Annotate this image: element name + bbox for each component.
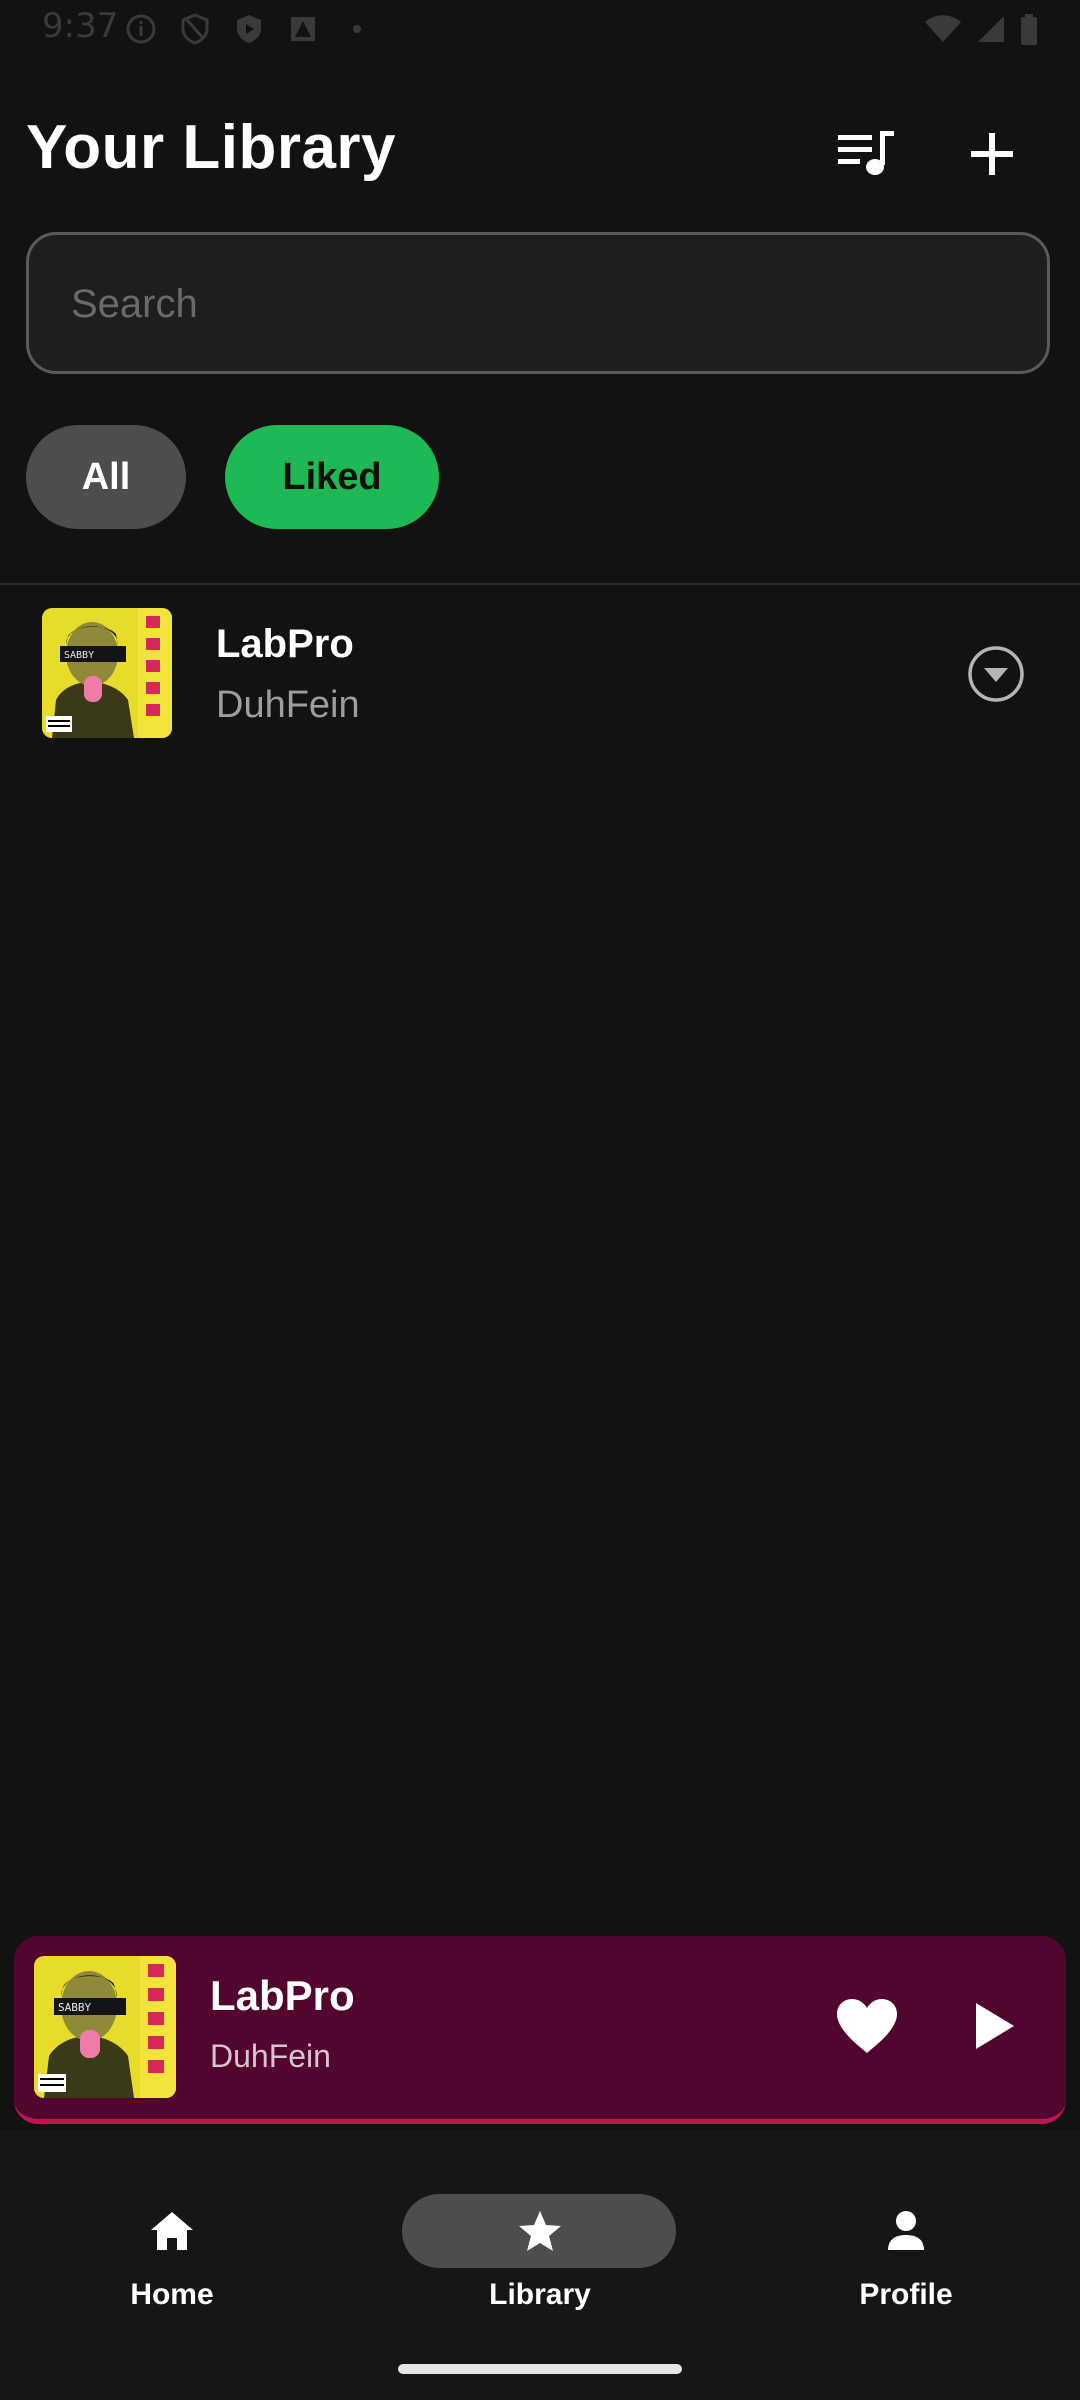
nav-item-profile[interactable]: Profile — [756, 2160, 1056, 2340]
play-icon — [972, 2001, 1016, 2056]
divider — [0, 583, 1080, 585]
search-box[interactable] — [26, 232, 1050, 374]
like-button[interactable] — [822, 1988, 912, 2068]
add-button[interactable] — [952, 116, 1032, 196]
nav-label-profile: Profile — [859, 2278, 953, 2311]
play-protect-icon — [232, 12, 266, 46]
mini-player-title: LabPro — [210, 1972, 355, 2019]
status-icons-right — [924, 14, 1038, 51]
svg-text:SABBY: SABBY — [58, 2001, 91, 2014]
song-artist: DuhFein — [216, 684, 360, 726]
nav-label-home: Home — [130, 2278, 214, 2311]
chevron-down-circle-icon — [967, 645, 1025, 708]
mini-player-artist: DuhFein — [210, 2038, 331, 2074]
search-input[interactable] — [69, 235, 1013, 373]
filter-chip-all[interactable]: All — [26, 425, 186, 529]
home-icon — [132, 2200, 212, 2262]
nav-label-library: Library — [489, 2278, 591, 2311]
person-icon — [866, 2200, 946, 2262]
dot-icon — [340, 12, 374, 46]
play-button[interactable] — [954, 1988, 1034, 2068]
queue-button[interactable] — [826, 116, 906, 196]
nav-item-library[interactable]: Library — [390, 2160, 690, 2340]
star-icon — [500, 2200, 580, 2262]
shield-icon — [178, 12, 212, 46]
status-bar: 9:37 — [0, 0, 1080, 60]
plus-icon — [969, 131, 1015, 182]
svg-text:SABBY: SABBY — [64, 650, 94, 661]
queue-music-icon — [836, 129, 896, 184]
filter-chip-label: All — [81, 455, 131, 498]
page-title: Your Library — [26, 113, 397, 182]
home-indicator[interactable] — [398, 2364, 682, 2374]
info-icon — [124, 12, 158, 46]
mini-player[interactable]: SABBY LabPro DuhFein — [14, 1936, 1066, 2124]
signal-icon — [976, 14, 1006, 51]
song-title: LabPro — [216, 622, 354, 666]
nav-item-home[interactable]: Home — [22, 2160, 322, 2340]
item-options-button[interactable] — [962, 642, 1030, 710]
list-item[interactable]: SABBY LabPro DuhFein — [0, 600, 1080, 744]
status-icons-left — [124, 12, 374, 46]
alert-icon — [286, 12, 320, 46]
status-time: 9:37 — [42, 6, 119, 46]
bottom-nav: Home Library Profile — [0, 2130, 1080, 2400]
filter-chip-label: Liked — [282, 455, 382, 498]
battery-icon — [1020, 14, 1038, 51]
album-cover: SABBY — [42, 608, 172, 738]
wifi-icon — [924, 14, 962, 51]
filter-chip-liked[interactable]: Liked — [225, 425, 439, 529]
mini-player-cover: SABBY — [34, 1956, 176, 2098]
heart-icon — [835, 1997, 899, 2060]
